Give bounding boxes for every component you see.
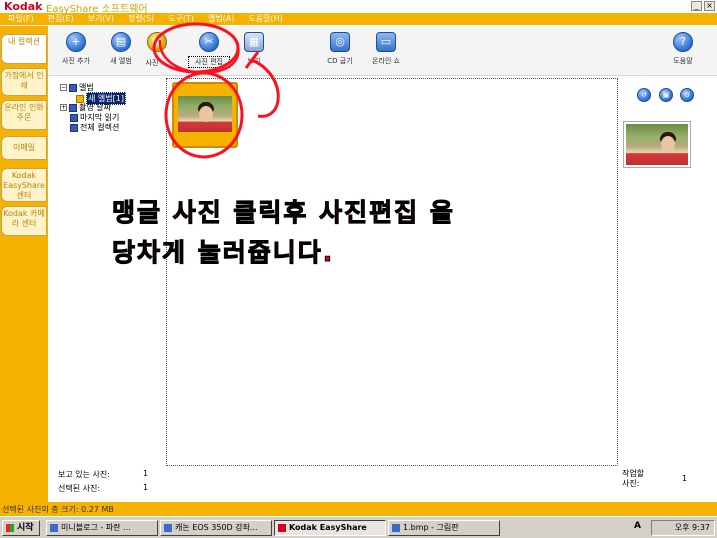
task-canon-tutorial[interactable]: 캐논 EOS 350D 강좌... [160, 520, 272, 536]
import-icon [70, 113, 78, 122]
left-nav: 내 컬렉션 가정에서 인쇄 온라인 인화 주문 이메일 Kodak EasySh… [0, 26, 48, 502]
tree-item-all-collection[interactable]: 전체 컬렉션 [70, 122, 119, 133]
new-album-label: 새 앨범 [110, 57, 132, 65]
nav-tab-email[interactable]: 이메일 [1, 136, 47, 160]
paint-icon [392, 524, 400, 532]
menu-album[interactable]: 앨범(A) [208, 13, 234, 25]
title-bar: Kodak EasyShare 소프트웨어 _ × [0, 0, 717, 15]
rotate-icon[interactable]: ↺ [637, 88, 651, 102]
work-photo-image [626, 124, 688, 165]
collection-icon [70, 123, 78, 132]
annotation-line-1: 맹글 사진 클릭후 사진편집 을 [112, 198, 455, 228]
work-pane: ↺ ▣ ⚙ [618, 78, 717, 466]
clock: 오후 9:37 [674, 523, 710, 532]
task-label: 1.bmp - 그림판 [403, 523, 459, 532]
close-button[interactable]: × [704, 1, 715, 11]
cd-icon: ◎ [330, 32, 350, 52]
edit-photo-button[interactable]: ✂ 사진 편집 [188, 32, 230, 68]
work-label-2: 사진: [622, 479, 640, 488]
picture-frame-icon: ▣ [147, 32, 167, 52]
fit-icon[interactable]: ▣ [659, 88, 673, 102]
start-label: 시작 [17, 523, 34, 533]
task-label: 미니블로그 - 파란 ... [61, 523, 131, 532]
system-tray: 오후 9:37 [651, 520, 715, 536]
minimize-button[interactable]: _ [691, 1, 702, 11]
nav-tab-easyshare-center[interactable]: Kodak EasyShare 센터 [1, 168, 47, 202]
photo-thumbnail[interactable] [172, 82, 238, 148]
selected-label: 선택된 사진: [58, 484, 101, 493]
browser-icon [164, 524, 172, 532]
viewing-label: 보고 있는 사진: [58, 470, 110, 479]
print-label: 사진 [145, 59, 159, 67]
menu-bar: 파일(F) 편집(E) 보기(V) 정렬(S) 도구(T) 앨범(A) 도움말(… [0, 13, 717, 25]
view-button[interactable]: ▦ 보기 [234, 32, 274, 66]
viewing-count: 1 [143, 469, 149, 478]
online-show-button[interactable]: ▭ 온라인 쇼 [366, 32, 406, 66]
add-photos-button[interactable]: + 사진 추가 [56, 32, 96, 66]
album-tree: − 앨범 새 앨범[1] + 촬영 날짜 마지막 읽기 전체 컬렉션 [56, 78, 166, 463]
work-thumbnail[interactable] [623, 121, 691, 168]
nav-tab-my-collection[interactable]: 내 컬렉션 [1, 34, 47, 64]
slideshow-icon: ▭ [376, 32, 396, 52]
task-miniblog[interactable]: 미니블로그 - 파란 ... [46, 520, 158, 536]
cd-burn-label: CD 굽기 [327, 57, 353, 65]
status-text: 선택된 사진의 총 크기: 0.27 MB [2, 505, 114, 514]
edit-photo-label: 사진 편집 [188, 56, 230, 68]
status-bar: 선택된 사진의 총 크기: 0.27 MB [0, 502, 717, 516]
task-paint[interactable]: 1.bmp - 그림판 [388, 520, 500, 536]
online-show-label: 온라인 쇼 [372, 57, 400, 65]
options-icon[interactable]: ⚙ [680, 88, 694, 102]
menu-tools[interactable]: 도구(T) [168, 13, 194, 25]
browser-icon [50, 524, 58, 532]
collapse-icon[interactable]: − [60, 84, 67, 91]
work-photo-face [661, 136, 675, 152]
toolbar: + 사진 추가 ▤ 새 앨범 사진 ▣ ✂ 사진 편집 ▦ 보기 ◎ CD 굽기… [48, 26, 717, 76]
annotation-line-2: 당차게 눌러줍니다. [111, 238, 335, 268]
task-label: 캐논 EOS 350D 강좌... [175, 523, 258, 532]
cd-burn-button[interactable]: ◎ CD 굽기 [320, 32, 360, 66]
kodak-icon [278, 524, 286, 532]
help-button[interactable]: ? 도움말 [663, 32, 703, 66]
help-icon: ? [673, 32, 693, 52]
edit-photo-icon: ✂ [199, 32, 219, 52]
selected-count: 1 [143, 483, 149, 492]
menu-view[interactable]: 보기(V) [88, 13, 114, 25]
view-icon: ▦ [244, 32, 264, 52]
menu-help[interactable]: 도움말(H) [248, 13, 282, 25]
view-label: 보기 [247, 57, 261, 65]
picture-frame-button[interactable]: ▣ [147, 32, 167, 52]
calendar-icon [69, 103, 77, 112]
new-album-icon: ▤ [111, 32, 131, 52]
photo-image [178, 96, 232, 132]
expand-icon[interactable]: + [60, 104, 67, 111]
taskbar: 시작 미니블로그 - 파란 ... 캐논 EOS 350D 강좌... Koda… [0, 516, 717, 538]
tree-label-all-collection: 전체 컬렉션 [80, 123, 120, 132]
menu-edit[interactable]: 편집(E) [48, 13, 74, 25]
nav-tab-camera-center[interactable]: Kodak 카메라 센터 [1, 206, 47, 236]
photo-face [199, 106, 213, 122]
menu-file[interactable]: 파일(F) [8, 13, 34, 25]
new-album-button[interactable]: ▤ 새 앨범 [101, 32, 141, 66]
start-button[interactable]: 시작 [2, 520, 40, 536]
windows-logo-icon [6, 524, 14, 532]
task-label: Kodak EasyShare [289, 523, 367, 532]
add-photos-icon: + [66, 32, 86, 52]
nav-tab-print-at-home[interactable]: 가정에서 인쇄 [1, 68, 47, 96]
add-photos-label: 사진 추가 [62, 57, 90, 65]
menu-sort[interactable]: 정렬(S) [128, 13, 154, 25]
work-count: 1 [682, 474, 688, 483]
help-label: 도움말 [673, 57, 693, 65]
window-controls: _ × [691, 1, 715, 11]
nav-tab-order-online[interactable]: 온라인 인화 주문 [1, 100, 47, 130]
ime-indicator[interactable]: A [634, 521, 641, 531]
kodak-logo: Kodak [4, 0, 43, 13]
album-folder-icon [69, 83, 77, 92]
task-kodak-easyshare[interactable]: Kodak EasyShare [274, 520, 386, 536]
